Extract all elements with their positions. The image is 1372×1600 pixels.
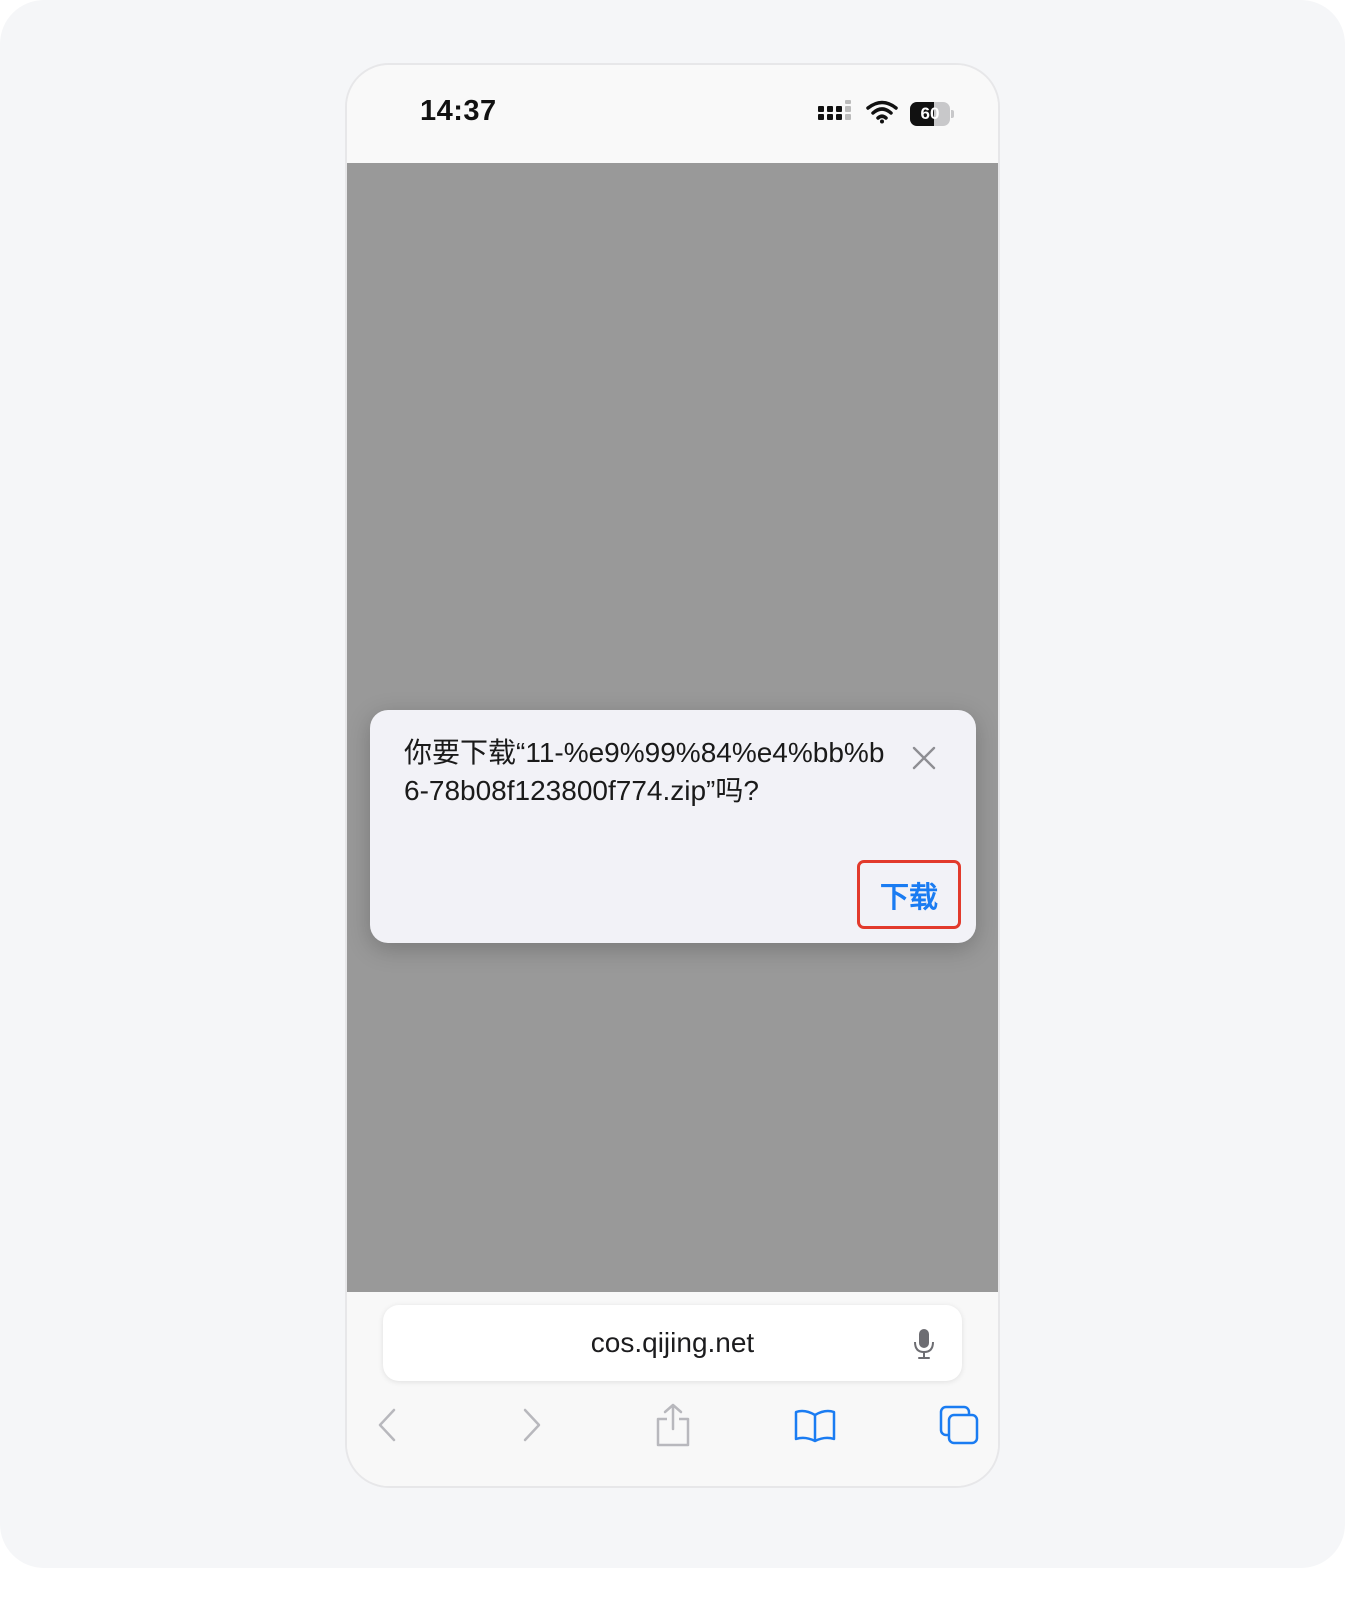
close-icon[interactable] (908, 742, 940, 774)
address-bar[interactable]: cos.qijing.net (383, 1305, 962, 1381)
signal-icon (818, 99, 854, 129)
browser-bottom-bar: cos.qijing.net (347, 1292, 998, 1486)
battery-level: 60 (920, 104, 940, 123)
microphone-icon[interactable] (910, 1328, 938, 1360)
battery-icon: 60 (910, 102, 954, 126)
download-button[interactable]: 下载 (857, 860, 961, 929)
chevron-right-icon[interactable] (507, 1400, 557, 1450)
browser-toolbar (347, 1400, 998, 1452)
dialog-message: 你要下载“11-%e9%99%84%e4%bb%b6-78b08f123800f… (404, 737, 885, 806)
battery-cap (951, 110, 954, 118)
status-bar: 14:37 60 (347, 65, 998, 163)
status-time: 14:37 (420, 95, 497, 127)
phone-frame: 14:37 60 你要下载“11-%e9%99%84%e4%bb%b6-78b0… (345, 63, 1000, 1488)
web-content-area: 你要下载“11-%e9%99%84%e4%bb%b6-78b08f123800f… (347, 163, 998, 1294)
chevron-left-icon[interactable] (362, 1400, 412, 1450)
wifi-icon (866, 100, 898, 129)
download-dialog: 你要下载“11-%e9%99%84%e4%bb%b6-78b08f123800f… (370, 710, 976, 943)
screenshot-canvas: 14:37 60 你要下载“11-%e9%99%84%e4%bb%b6-78b0… (0, 0, 1345, 1568)
bookmarks-icon[interactable] (790, 1400, 840, 1450)
status-icons: 60 (818, 99, 954, 129)
address-text: cos.qijing.net (590, 1327, 755, 1358)
share-icon[interactable] (648, 1400, 698, 1450)
tabs-icon[interactable] (934, 1400, 984, 1450)
